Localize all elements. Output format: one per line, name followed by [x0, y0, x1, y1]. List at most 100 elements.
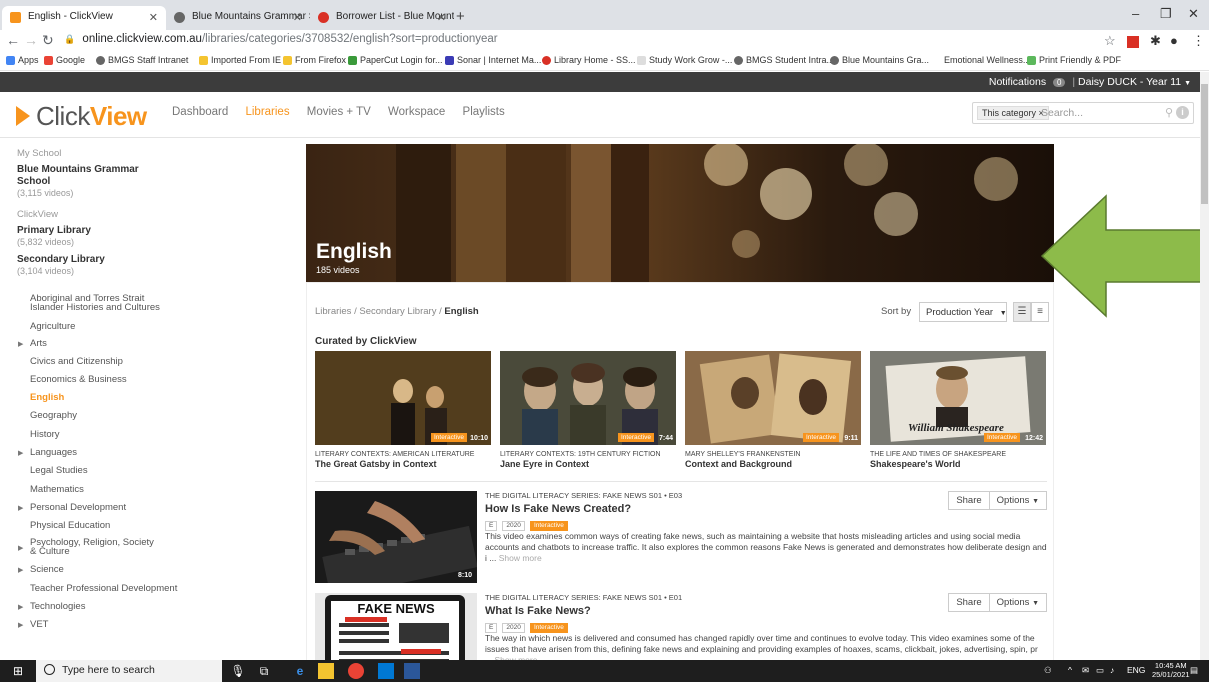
video-title[interactable]: Shakespeare's World: [870, 459, 1046, 469]
tab-english-clickview[interactable]: English - ClickView ✕: [2, 6, 166, 30]
bookmark-bmgs-student[interactable]: BMGS Student Intra...: [734, 55, 834, 65]
breadcrumb-secondary-library[interactable]: Secondary Library: [359, 306, 436, 317]
category-languages[interactable]: Languages: [30, 448, 77, 458]
category-psychology[interactable]: Psychology, Religion, Society & Culture: [30, 538, 158, 557]
category-arts[interactable]: Arts: [30, 339, 47, 349]
breadcrumb-libraries[interactable]: Libraries: [315, 306, 351, 317]
category-legal-studies[interactable]: Legal Studies: [30, 466, 88, 476]
search-icon[interactable]: ⚲: [1165, 106, 1173, 119]
chrome-icon[interactable]: [348, 663, 364, 679]
tab-borrower-list[interactable]: Borrower List - Blue Mountains G ✕: [310, 6, 454, 30]
expand-arrow-icon[interactable]: ▶: [18, 340, 23, 348]
edge-icon[interactable]: e: [292, 663, 308, 679]
file-explorer-icon[interactable]: [318, 663, 334, 679]
close-tab-icon[interactable]: ✕: [149, 11, 158, 24]
category-agriculture[interactable]: Agriculture: [30, 322, 75, 332]
reload-icon[interactable]: ↻: [42, 32, 54, 49]
category-personal-development[interactable]: Personal Development: [30, 503, 126, 513]
expand-arrow-icon[interactable]: ▶: [18, 621, 23, 629]
category-history[interactable]: History: [30, 430, 60, 440]
category-technologies[interactable]: Technologies: [30, 602, 85, 612]
expand-arrow-icon[interactable]: ▶: [18, 544, 23, 552]
video-thumbnail[interactable]: Interactive 10:10: [315, 351, 491, 445]
bookmark-apps[interactable]: Apps: [6, 55, 39, 65]
extensions-puzzle-icon[interactable]: ✱: [1150, 33, 1161, 49]
curated-card[interactable]: Interactive 9:11 MARY SHELLEY'S FRANKENS…: [685, 351, 861, 469]
category-filter-chip[interactable]: This category ×: [977, 106, 1049, 120]
grid-view-icon[interactable]: ☰: [1013, 302, 1031, 322]
people-icon[interactable]: ⚇: [1044, 665, 1052, 676]
bookmark-library-home[interactable]: Library Home - SS...: [542, 55, 636, 65]
category-physical-education[interactable]: Physical Education: [30, 521, 110, 531]
bookmark-star-icon[interactable]: ☆: [1104, 33, 1116, 49]
search-box[interactable]: This category × Search... ⚲ i: [972, 102, 1194, 124]
school-library-link[interactable]: Blue Mountains Grammar School: [17, 164, 147, 188]
bookmark-study-work-grow[interactable]: Study Work Grow -...: [637, 55, 732, 65]
nav-movies-tv[interactable]: Movies + TV: [307, 106, 371, 118]
secondary-library-link[interactable]: Secondary Library: [17, 254, 170, 266]
taskbar-search[interactable]: Type here to search: [36, 660, 222, 682]
video-title[interactable]: Context and Background: [685, 459, 861, 469]
minimize-icon[interactable]: –: [1132, 6, 1139, 21]
category-geography[interactable]: Geography: [30, 411, 77, 421]
category-economics[interactable]: Economics & Business: [30, 375, 127, 385]
options-button[interactable]: Options ▼: [989, 593, 1047, 612]
video-title[interactable]: Jane Eyre in Context: [500, 459, 676, 469]
share-button[interactable]: Share: [948, 491, 990, 510]
category-english[interactable]: English: [30, 393, 64, 403]
tray-chevron-up-icon[interactable]: ^: [1068, 665, 1072, 675]
category-civics[interactable]: Civics and Citizenship: [30, 357, 123, 367]
pdf-extension-icon[interactable]: [1127, 36, 1139, 48]
expand-arrow-icon[interactable]: ▶: [18, 504, 23, 512]
word-icon[interactable]: [404, 663, 420, 679]
bookmark-imported-ie[interactable]: Imported From IE: [199, 55, 281, 65]
mail-icon[interactable]: ✉: [1082, 665, 1089, 676]
expand-arrow-icon[interactable]: ▶: [18, 449, 23, 457]
category-science[interactable]: Science: [30, 565, 64, 575]
nav-workspace[interactable]: Workspace: [388, 106, 445, 118]
expand-arrow-icon[interactable]: ▶: [18, 566, 23, 574]
volume-icon[interactable]: ♪: [1110, 665, 1114, 675]
bookmark-print-friendly[interactable]: Print Friendly & PDF: [1027, 55, 1121, 65]
nav-libraries[interactable]: Libraries: [245, 106, 289, 118]
bookmark-blue-mountains[interactable]: Blue Mountains Gra...: [830, 55, 929, 65]
sort-select[interactable]: Production Year ▼: [919, 302, 1007, 322]
video-thumbnail[interactable]: Interactive 9:11: [685, 351, 861, 445]
outlook-icon[interactable]: [378, 663, 394, 679]
forward-arrow-icon[interactable]: →: [24, 32, 38, 48]
bookmark-firefox[interactable]: From Firefox: [283, 55, 346, 65]
notification-center-icon[interactable]: ▤: [1190, 665, 1198, 676]
bookmark-sonar[interactable]: Sonar | Internet Ma...: [445, 55, 541, 65]
bookmark-papercut[interactable]: PaperCut Login for...: [348, 55, 443, 65]
bookmark-google[interactable]: Google: [44, 55, 85, 65]
expand-arrow-icon[interactable]: ▶: [18, 603, 23, 611]
category-aboriginal[interactable]: Aboriginal and Torres Strait Islander Hi…: [30, 294, 160, 313]
user-menu[interactable]: Notifications 0 | Daisy DUCK - Year 11 ▼: [989, 76, 1191, 88]
maximize-icon[interactable]: ❐: [1160, 6, 1172, 22]
bookmark-emotional-wellness[interactable]: Emotional Wellness...: [932, 55, 1030, 65]
curated-card[interactable]: William Shakespeare Interactive 12:42 TH…: [870, 351, 1046, 469]
nav-playlists[interactable]: Playlists: [463, 106, 505, 118]
close-tab-icon[interactable]: ✕: [293, 11, 302, 24]
primary-library-link[interactable]: Primary Library: [17, 225, 170, 237]
address-bar[interactable]: 🔒 online.clickview.com.au/libraries/cate…: [64, 33, 498, 45]
bookmark-bmgs-staff[interactable]: BMGS Staff Intranet: [96, 55, 188, 65]
windows-start-icon[interactable]: ⊞: [10, 663, 26, 679]
microphone-icon[interactable]: 🎙: [230, 663, 246, 679]
user-name[interactable]: Daisy DUCK - Year 11: [1078, 76, 1181, 88]
task-view-icon[interactable]: ⧉: [256, 663, 272, 679]
back-arrow-icon[interactable]: ←: [6, 32, 20, 48]
info-icon[interactable]: i: [1176, 106, 1189, 119]
category-mathematics[interactable]: Mathematics: [30, 485, 84, 495]
tab-bmgs[interactable]: Blue Mountains Grammar School ✕: [166, 6, 310, 30]
video-title[interactable]: The Great Gatsby in Context: [315, 459, 491, 469]
clock[interactable]: 10:45 AM 25/01/2021: [1152, 661, 1190, 679]
close-tab-icon[interactable]: ✕: [437, 11, 446, 24]
category-vet[interactable]: VET: [30, 620, 48, 630]
language-indicator[interactable]: ENG: [1127, 665, 1145, 675]
curated-card[interactable]: Interactive 7:44 LITERARY CONTEXTS: 19TH…: [500, 351, 676, 469]
network-icon[interactable]: ▭: [1096, 665, 1104, 676]
notifications-link[interactable]: Notifications: [989, 76, 1046, 88]
scrollbar-thumb[interactable]: [1201, 84, 1208, 204]
search-input[interactable]: Search...: [1041, 107, 1083, 119]
